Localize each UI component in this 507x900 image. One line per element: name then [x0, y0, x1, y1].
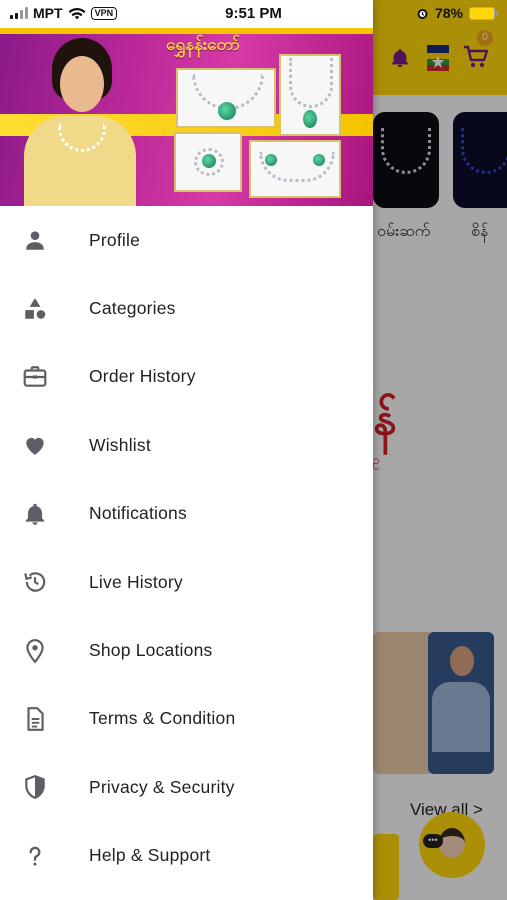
menu-item-privacy-security[interactable]: Privacy & Security [0, 753, 373, 821]
alarm-icon [417, 8, 428, 19]
status-bar: MPT VPN 9:51 PM 78% [0, 0, 507, 28]
necklace-photo [176, 68, 276, 128]
drawer-header-banner: ရွှေနန်းတော် [0, 28, 373, 206]
menu-item-label: Shop Locations [89, 640, 213, 661]
drawer-scrim[interactable] [373, 0, 507, 900]
briefcase-icon [22, 364, 48, 390]
document-icon [22, 706, 48, 732]
menu-item-order-history[interactable]: Order History [0, 343, 373, 411]
menu-item-terms-condition[interactable]: Terms & Condition [0, 685, 373, 753]
menu-item-label: Wishlist [89, 434, 151, 455]
battery-icon [469, 6, 498, 20]
menu-item-label: Privacy & Security [89, 776, 235, 797]
person-icon [22, 227, 48, 253]
menu-item-wishlist[interactable]: Wishlist [0, 411, 373, 479]
ring-photo [174, 132, 242, 192]
heart-icon [22, 432, 48, 458]
status-right: 78% [416, 5, 498, 21]
shield-icon [22, 774, 48, 800]
menu-item-live-history[interactable]: Live History [0, 548, 373, 616]
menu-item-label: Help & Support [89, 845, 211, 866]
menu-item-shop-locations[interactable]: Shop Locations [0, 616, 373, 684]
drawer-menu: Profile Categories Order History Wishlis… [0, 206, 373, 890]
menu-item-label: Terms & Condition [89, 708, 236, 729]
pendant-photo [279, 54, 341, 136]
menu-item-profile[interactable]: Profile [0, 206, 373, 274]
banner-model-image [12, 38, 146, 206]
menu-item-notifications[interactable]: Notifications [0, 480, 373, 548]
banner-brand-title: ရွှေနန်းတော် [165, 35, 240, 54]
menu-item-label: Order History [89, 366, 196, 387]
menu-item-label: Live History [89, 571, 183, 592]
bell-icon [22, 501, 48, 527]
battery-percent: 78% [434, 5, 463, 21]
history-icon [22, 569, 48, 595]
menu-item-label: Profile [89, 229, 141, 250]
menu-item-label: Notifications [89, 503, 187, 524]
question-icon [22, 843, 48, 869]
bracelet-photo [249, 140, 341, 198]
menu-item-label: Categories [89, 298, 176, 319]
menu-item-help-support[interactable]: Help & Support [0, 822, 373, 890]
location-pin-icon [22, 638, 48, 664]
shapes-icon [22, 296, 48, 322]
navigation-drawer: ရွှေနန်းတော် Profile Categories Order Hi… [0, 0, 373, 900]
menu-item-categories[interactable]: Categories [0, 274, 373, 342]
